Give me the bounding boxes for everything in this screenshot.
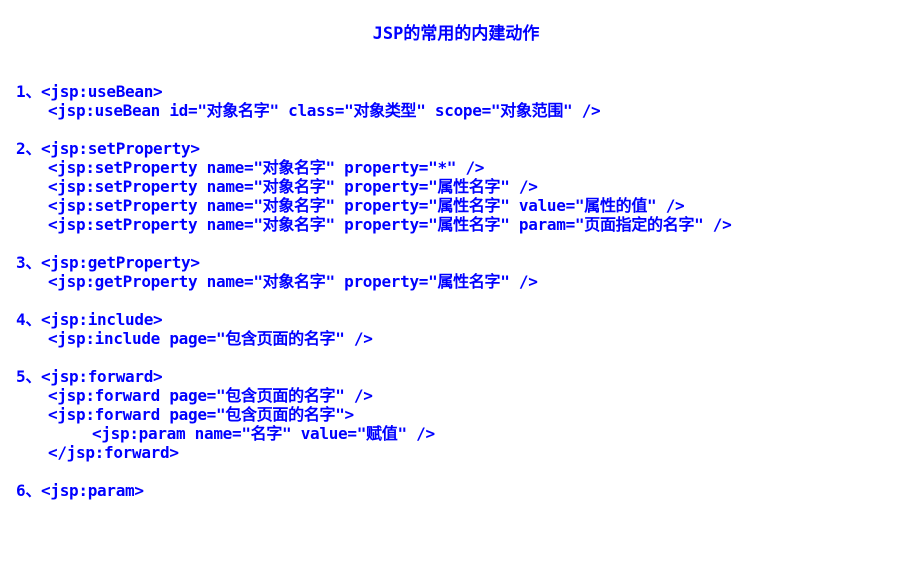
code-line: <jsp:forward page="包含页面的名字" /> xyxy=(48,386,373,405)
code-line: <jsp:param name="名字" value="赋值" /> xyxy=(92,424,435,443)
page-title: JSP的常用的内建动作 xyxy=(372,24,540,44)
code-line: <jsp:forward page="包含页面的名字"> xyxy=(48,405,354,424)
section-usebean: 1、<jsp:useBean> <jsp:useBean id="对象名字" c… xyxy=(16,82,731,120)
section-heading: 1、<jsp:useBean> xyxy=(16,82,163,101)
section-setproperty: 2、<jsp:setProperty> <jsp:setProperty nam… xyxy=(16,139,732,234)
section-heading: 2、<jsp:setProperty> xyxy=(16,139,200,158)
section-forward: 5、<jsp:forward> <jsp:forward page="包含页面的… xyxy=(16,367,731,462)
document-body: 1、<jsp:useBean> <jsp:useBean id="对象名字" c… xyxy=(16,82,732,519)
code-line: <jsp:setProperty name="对象名字" property="属… xyxy=(48,196,685,215)
section-heading: 5、<jsp:forward> xyxy=(16,367,163,386)
section-param: 6、<jsp:param> xyxy=(16,481,731,500)
code-line: <jsp:getProperty name="对象名字" property="属… xyxy=(48,272,538,291)
section-include: 4、<jsp:include> <jsp:include page="包含页面的… xyxy=(16,310,731,348)
section-heading: 3、<jsp:getProperty> xyxy=(16,253,200,272)
code-line: <jsp:include page="包含页面的名字" /> xyxy=(48,329,373,348)
section-heading: 4、<jsp:include> xyxy=(16,310,163,329)
code-line: <jsp:setProperty name="对象名字" property="*… xyxy=(48,158,485,177)
code-line: <jsp:setProperty name="对象名字" property="属… xyxy=(48,215,732,234)
section-heading: 6、<jsp:param> xyxy=(16,481,144,500)
code-line: </jsp:forward> xyxy=(48,443,179,462)
code-line: <jsp:setProperty name="对象名字" property="属… xyxy=(48,177,538,196)
code-line: <jsp:useBean id="对象名字" class="对象类型" scop… xyxy=(48,101,601,120)
section-getproperty: 3、<jsp:getProperty> <jsp:getProperty nam… xyxy=(16,253,731,291)
document-page: JSP的常用的内建动作 1、<jsp:useBean> <jsp:useBean… xyxy=(0,0,921,578)
